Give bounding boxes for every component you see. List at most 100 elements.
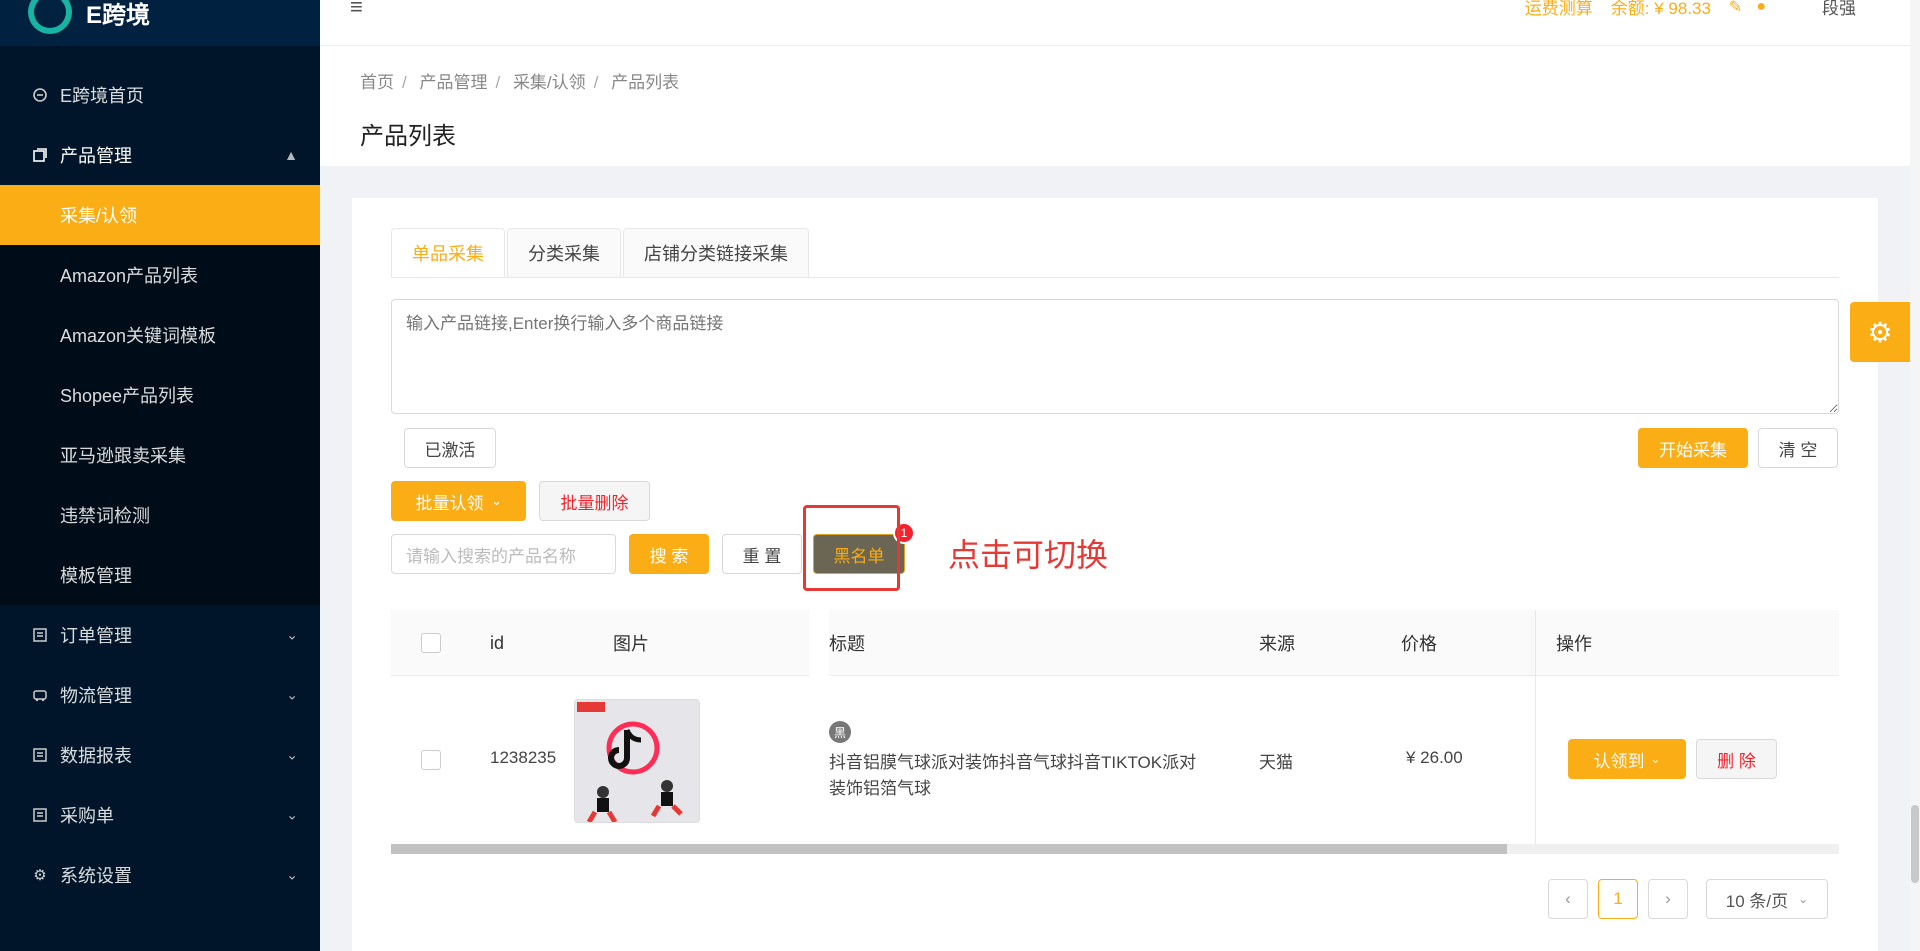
annotation-highlight-box	[803, 505, 900, 591]
sidebar-item-label: E跨境首页	[60, 86, 145, 106]
claim-to-button[interactable]: 认领到 ⌄	[1568, 739, 1686, 779]
menu-fold-icon[interactable]: ≡	[350, 0, 363, 20]
sidebar-item-templates[interactable]: 模板管理	[0, 545, 320, 605]
sidebar-item-products[interactable]: 产品管理 ▲	[0, 125, 320, 185]
home-icon	[30, 85, 50, 105]
row-checkbox[interactable]	[421, 750, 441, 770]
order-icon	[30, 625, 50, 645]
breadcrumb-item[interactable]: 采集/认领	[513, 73, 586, 92]
reset-button[interactable]: 重 置	[722, 534, 802, 574]
chevron-down-icon: ⌄	[286, 866, 298, 883]
sidebar-item-settings[interactable]: ⚙ 系统设置 ⌄	[0, 845, 320, 905]
edit-icon[interactable]: ✎	[1729, 0, 1742, 17]
sidebar-item-amazon-keywords[interactable]: Amazon关键词模板	[0, 305, 320, 365]
product-search-input[interactable]: 请输入搜索的产品名称	[391, 534, 616, 574]
page-size-select[interactable]: 10 条/页 ⌄	[1706, 879, 1828, 919]
user-name[interactable]: 段强	[1822, 0, 1856, 19]
chevron-down-icon: ⌄	[286, 746, 298, 763]
product-submenu: 采集/认领 Amazon产品列表 Amazon关键词模板 Shopee产品列表 …	[0, 185, 320, 605]
page-vertical-scrollbar[interactable]	[1910, 0, 1920, 951]
tab-single-collect[interactable]: 单品采集	[391, 228, 505, 278]
sidebar-item-label: 数据报表	[60, 746, 132, 766]
product-image[interactable]	[574, 699, 700, 823]
app-title: E跨境	[86, 1, 151, 29]
row-title-line2: 装饰铝箔气球	[829, 779, 931, 798]
fixed-column-divider	[1535, 610, 1536, 844]
batch-claim-label: 批量认领	[415, 493, 484, 513]
logo[interactable]: E跨境	[0, 0, 320, 46]
sidebar-item-home[interactable]: E跨境首页	[0, 65, 320, 125]
sidebar-item-reports[interactable]: 数据报表 ⌄	[0, 725, 320, 785]
activated-button[interactable]: 已激活	[404, 428, 496, 468]
tab-category-collect[interactable]: 分类采集	[507, 228, 621, 278]
gear-icon: ⚙	[33, 867, 47, 884]
column-title: 标题	[829, 634, 865, 654]
table-header: id 图片 标题 来源 价格 操作	[391, 610, 1839, 676]
sidebar-menu: E跨境首页 产品管理 ▲ 采集/认领 Amazon产品列表 Amazon关键词模…	[0, 65, 320, 905]
chevron-down-icon: ⌄	[286, 806, 298, 823]
sidebar-item-label: 订单管理	[60, 626, 132, 646]
annotation-text: 点击可切换	[948, 537, 1109, 573]
sidebar-item-amazon-follow[interactable]: 亚马逊跟卖采集	[0, 425, 320, 485]
sidebar-item-purchase[interactable]: 采购单 ⌄	[0, 785, 320, 845]
table-horizontal-scrollbar[interactable]	[391, 844, 1839, 854]
row-source: 天猫	[1259, 753, 1293, 772]
batch-delete-button[interactable]: 批量删除	[539, 481, 650, 521]
page-header: 首页 / 产品管理 / 采集/认领 / 产品列表 产品列表	[320, 46, 1910, 166]
claim-to-label: 认领到	[1593, 751, 1645, 771]
scrollbar-thumb[interactable]	[391, 844, 1507, 854]
next-page-button[interactable]: ›	[1648, 879, 1688, 919]
select-all-checkbox[interactable]	[421, 610, 441, 676]
product-link-input[interactable]	[391, 299, 1839, 414]
chevron-down-icon: ⌄	[1798, 892, 1809, 906]
column-actions: 操作	[1556, 634, 1592, 654]
delete-row-button[interactable]: 删 除	[1696, 739, 1777, 779]
blacklist-tag: 黑	[829, 721, 851, 743]
column-price: 价格	[1401, 634, 1437, 654]
sidebar-item-label: 采购单	[60, 806, 114, 826]
chevron-down-icon: ⌄	[1650, 752, 1661, 766]
bell-icon[interactable]: ●	[1756, 0, 1766, 16]
main-card: 单品采集 分类采集 店铺分类链接采集 已激活 开始采集 清 空 批量认领 ⌄ 批…	[352, 198, 1878, 951]
search-button[interactable]: 搜 索	[629, 534, 709, 574]
breadcrumb: 首页 / 产品管理 / 采集/认领 / 产品列表	[360, 73, 680, 92]
page-scrollbar-thumb[interactable]	[1911, 805, 1919, 883]
prev-page-button[interactable]: ‹	[1548, 879, 1588, 919]
sidebar-item-label: 系统设置	[60, 866, 132, 886]
top-header: ≡ 运费测算 余额: ¥ 98.33 ✎ ● 段强	[320, 0, 1910, 46]
report-icon	[30, 745, 50, 765]
chevron-up-icon: ▲	[284, 147, 298, 163]
clear-button[interactable]: 清 空	[1758, 428, 1838, 468]
batch-claim-button[interactable]: 批量认领 ⌄	[391, 481, 526, 521]
column-source: 来源	[1259, 634, 1295, 654]
row-title-line1: 抖音铝膜气球派对装饰抖音气球抖音TIKTOK派对	[829, 753, 1197, 772]
sidebar-item-shopee-products[interactable]: Shopee产品列表	[0, 365, 320, 425]
truck-icon	[30, 685, 50, 705]
breadcrumb-item[interactable]: 首页	[360, 73, 394, 92]
sidebar-item-banned-words[interactable]: 违禁词检测	[0, 485, 320, 545]
shipping-calc-link[interactable]: 运费测算	[1525, 0, 1593, 19]
sidebar-item-label: 物流管理	[60, 686, 132, 706]
column-id: id	[490, 632, 505, 653]
sidebar-item-logistics[interactable]: 物流管理 ⌄	[0, 665, 320, 725]
breadcrumb-item[interactable]: 产品管理	[419, 73, 487, 92]
logo-icon	[28, 0, 72, 34]
sidebar-item-orders[interactable]: 订单管理 ⌄	[0, 605, 320, 665]
tab-store-category-collect[interactable]: 店铺分类链接采集	[623, 228, 809, 278]
start-collect-button[interactable]: 开始采集	[1638, 428, 1748, 468]
chevron-down-icon: ⌄	[491, 494, 502, 508]
page-size-label: 10 条/页	[1725, 891, 1789, 911]
settings-float-button[interactable]: ⚙	[1850, 302, 1910, 362]
row-price: ¥ 26.00	[1406, 748, 1463, 767]
header-right: 运费测算 余额: ¥ 98.33 ✎ ● 段强	[1525, 0, 1856, 19]
chevron-down-icon: ⌄	[286, 686, 298, 703]
collect-tabs: 单品采集 分类采集 店铺分类链接采集	[391, 228, 811, 278]
sidebar: E跨境 E跨境首页 产品管理 ▲ 采集/认领 Amazon产品列表 Amazon…	[0, 0, 320, 951]
column-image: 图片	[613, 634, 649, 654]
sidebar-item-collect[interactable]: 采集/认领	[0, 185, 320, 245]
chevron-down-icon: ⌄	[286, 626, 298, 643]
sidebar-item-amazon-products[interactable]: Amazon产品列表	[0, 245, 320, 305]
row-id: 1238235	[490, 748, 557, 767]
page-title: 产品列表	[360, 123, 456, 150]
page-number[interactable]: 1	[1598, 879, 1638, 919]
